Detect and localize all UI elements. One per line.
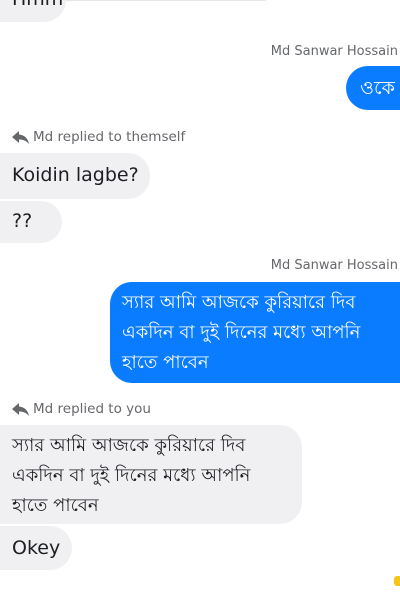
incoming-message-koidin[interactable]: Koidin lagbe? xyxy=(0,153,150,199)
reply-arrow-icon xyxy=(12,130,29,144)
incoming-message-okey[interactable]: Okey xyxy=(0,526,72,570)
message-line: একদিন বা দুই দিনের মধ্যে আপনি xyxy=(12,465,251,486)
message-line: একদিন বা দুই দিনের মধ্যে আপনি xyxy=(122,322,361,343)
sender-name: Md Sanwar Hossain xyxy=(270,44,398,59)
outgoing-message-courier[interactable]: স্যার আমি আজকে কুরিয়ারে দিব একদিন বা দু… xyxy=(110,282,400,383)
outgoing-message-oke[interactable]: ওকে xyxy=(346,66,400,110)
message-line: স্যার আমি আজকে কুরিয়ারে দিব xyxy=(122,292,356,313)
message-line: হাতে পাবেন xyxy=(122,352,209,373)
incoming-message-hmm[interactable]: Hmm xyxy=(0,0,66,22)
message-text: Okey xyxy=(12,537,61,559)
reaction-indicator xyxy=(394,576,400,586)
sender-name: Md Sanwar Hossain xyxy=(270,258,398,273)
reply-indicator: Md replied to you xyxy=(12,401,151,417)
message-line: হাতে পাবেন xyxy=(12,495,99,516)
incoming-quoted-message[interactable]: স্যার আমি আজকে কুরিয়ারে দিব একদিন বা দু… xyxy=(0,425,302,524)
reply-label-text: Md replied to themself xyxy=(33,129,186,145)
divider-line xyxy=(66,0,266,1)
reply-arrow-icon xyxy=(12,402,29,416)
reply-label-text: Md replied to you xyxy=(33,401,151,417)
message-text: Hmm xyxy=(12,0,63,10)
reply-indicator: Md replied to themself xyxy=(12,129,185,145)
message-text: ওকে xyxy=(360,77,395,99)
incoming-message-question[interactable]: ?? xyxy=(0,201,62,243)
chat-thread: Hmm Md Sanwar Hossain ওকে Md replied to … xyxy=(0,0,400,600)
message-line: স্যার আমি আজকে কুরিয়ারে দিব xyxy=(12,435,246,456)
message-text: Koidin lagbe? xyxy=(12,164,139,186)
message-text: ?? xyxy=(12,210,33,232)
